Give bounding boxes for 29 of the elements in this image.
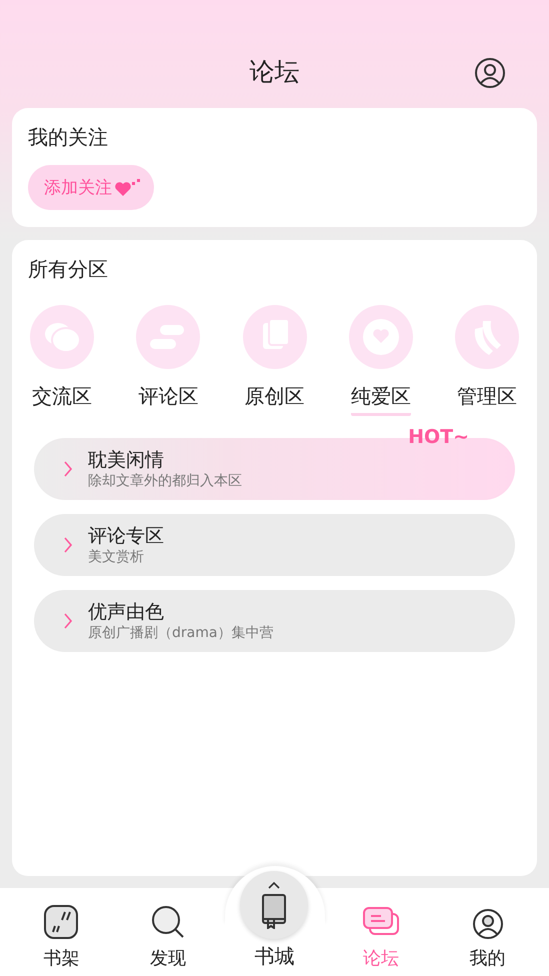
board-subtitle: 原创广播剧（drama）集中营: [88, 624, 274, 642]
board-item[interactable]: 评论专区 美文赏析: [34, 514, 515, 576]
category-label[interactable]: 交流区: [32, 383, 92, 416]
board-subtitle: 除却文章外的都归入本区: [88, 472, 242, 490]
search-icon: [150, 904, 186, 940]
book-icon: [261, 893, 288, 929]
chevron-icon: [64, 537, 72, 553]
card-title: 我的关注: [28, 124, 109, 151]
category-label[interactable]: 纯爱区: [350, 383, 411, 416]
card-title: 所有分区: [28, 256, 109, 283]
board-title: 评论专区: [88, 524, 164, 548]
nav-tab[interactable]: 我的: [442, 908, 533, 970]
bookshelf-icon: [43, 904, 80, 940]
board-item[interactable]: 优声由色 原创广播剧（drama）集中营: [34, 590, 515, 652]
chevron-icon: [64, 613, 72, 629]
board-title: 优声由色: [88, 600, 165, 624]
chevron-icon: [64, 461, 72, 477]
nav-tab[interactable]: 书架: [16, 904, 106, 970]
page-title: 论坛: [250, 56, 300, 88]
caret-icon: [268, 881, 280, 889]
board-subtitle: 美文赏析: [88, 548, 145, 566]
user-icon[interactable]: [474, 57, 506, 89]
category-label[interactable]: 评论区: [138, 383, 198, 416]
user-icon: [472, 908, 504, 940]
board-title: 耽美闲情: [88, 448, 165, 472]
category-label[interactable]: 管理区: [457, 383, 517, 416]
nav-tab[interactable]: 发现: [122, 904, 213, 970]
category-label[interactable]: 原创区: [244, 383, 304, 416]
hearts-icon: [114, 178, 140, 198]
